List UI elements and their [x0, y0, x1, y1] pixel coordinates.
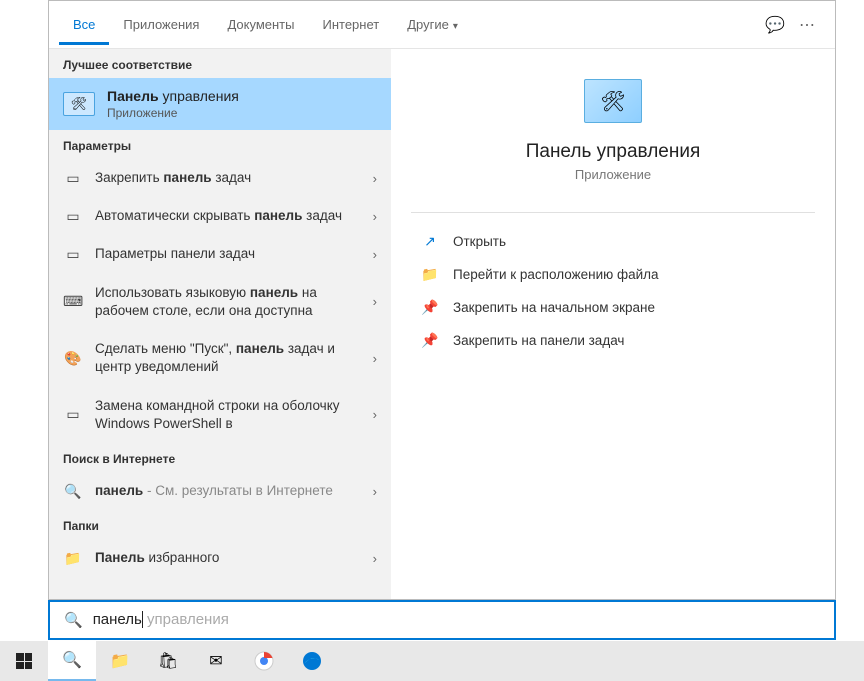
more-options-icon[interactable]: ⋯	[799, 15, 815, 35]
settings-item[interactable]: ▭ Автоматически скрывать панель задач ›	[49, 197, 391, 235]
web-search-item[interactable]: 🔍 панель - См. результаты в Интернете ›	[49, 472, 391, 510]
section-web-search: Поиск в Интернете	[49, 443, 391, 472]
taskbar-edge[interactable]	[288, 641, 336, 681]
settings-item[interactable]: 🎨 Сделать меню "Пуск", панель задач и це…	[49, 330, 391, 386]
action-open[interactable]: ↗Открыть	[411, 225, 815, 258]
taskbar-explorer[interactable]: 📁	[96, 641, 144, 681]
taskbar-search[interactable]: 🔍	[48, 641, 96, 681]
chevron-right-icon: ›	[373, 351, 377, 366]
settings-item[interactable]: ▭ Замена командной строки на оболочку Wi…	[49, 387, 391, 443]
folder-open-icon: 📁	[421, 266, 439, 283]
search-results-panel: Все Приложения Документы Интернет Другие…	[48, 0, 836, 600]
divider	[411, 212, 815, 213]
open-icon: ↗	[421, 233, 439, 250]
palette-icon: 🎨	[63, 350, 83, 367]
preview-actions: ↗Открыть 📁Перейти к расположению файла 📌…	[411, 225, 815, 357]
section-settings: Параметры	[49, 130, 391, 159]
pin-icon: 📌	[421, 299, 439, 316]
keyboard-icon: ⌨	[63, 293, 83, 310]
section-folders: Папки	[49, 510, 391, 539]
tab-web[interactable]: Интернет	[308, 4, 393, 45]
filter-tabs: Все Приложения Документы Интернет Другие…	[49, 1, 835, 49]
action-pin-start[interactable]: 📌Закрепить на начальном экране	[411, 291, 815, 324]
chevron-right-icon: ›	[373, 551, 377, 566]
best-match-item[interactable]: 🛠 Панель управления Приложение	[49, 78, 391, 130]
search-input[interactable]: 🔍 панель управления	[48, 600, 836, 640]
results-list: Лучшее соответствие 🛠 Панель управления …	[49, 49, 391, 599]
taskbar-store[interactable]: 🛍	[144, 641, 192, 681]
display-icon: ▭	[63, 406, 83, 423]
tab-all[interactable]: Все	[59, 4, 109, 45]
taskbar-mail[interactable]: ✉	[192, 641, 240, 681]
preview-app-icon: 🛠	[584, 79, 642, 123]
search-icon: 🔍	[63, 483, 83, 500]
preview-subtitle: Приложение	[575, 167, 651, 182]
chevron-right-icon: ›	[373, 407, 377, 422]
chevron-right-icon: ›	[373, 209, 377, 224]
start-button[interactable]	[0, 641, 48, 681]
settings-item[interactable]: ▭ Закрепить панель задач ›	[49, 159, 391, 197]
folder-item[interactable]: 📁 Панель избранного ›	[49, 539, 391, 577]
feedback-icon[interactable]: 💬	[765, 15, 785, 35]
settings-item[interactable]: ⌨ Использовать языковую панель на рабоче…	[49, 274, 391, 330]
settings-item[interactable]: ▭ Параметры панели задач ›	[49, 235, 391, 273]
chevron-right-icon: ›	[373, 484, 377, 499]
control-panel-icon: 🛠	[63, 92, 95, 116]
display-icon: ▭	[63, 170, 83, 187]
preview-title: Панель управления	[526, 141, 701, 163]
action-open-location[interactable]: 📁Перейти к расположению файла	[411, 258, 815, 291]
taskbar-chrome[interactable]	[240, 641, 288, 681]
section-best-match: Лучшее соответствие	[49, 49, 391, 78]
folder-icon: 📁	[63, 550, 83, 567]
preview-pane: 🛠 Панель управления Приложение ↗Открыть …	[391, 49, 835, 599]
action-pin-taskbar[interactable]: 📌Закрепить на панели задач	[411, 324, 815, 357]
search-icon: 🔍	[64, 611, 83, 629]
chevron-right-icon: ›	[373, 171, 377, 186]
chevron-down-icon: ▾	[453, 21, 458, 32]
display-icon: ▭	[63, 246, 83, 263]
display-icon: ▭	[63, 208, 83, 225]
tab-apps[interactable]: Приложения	[109, 4, 213, 45]
taskbar: 🔍 📁 🛍 ✉	[0, 641, 864, 681]
tab-more[interactable]: Другие▾	[393, 4, 472, 45]
chevron-right-icon: ›	[373, 294, 377, 309]
pin-icon: 📌	[421, 332, 439, 349]
chevron-right-icon: ›	[373, 247, 377, 262]
tab-documents[interactable]: Документы	[213, 4, 308, 45]
